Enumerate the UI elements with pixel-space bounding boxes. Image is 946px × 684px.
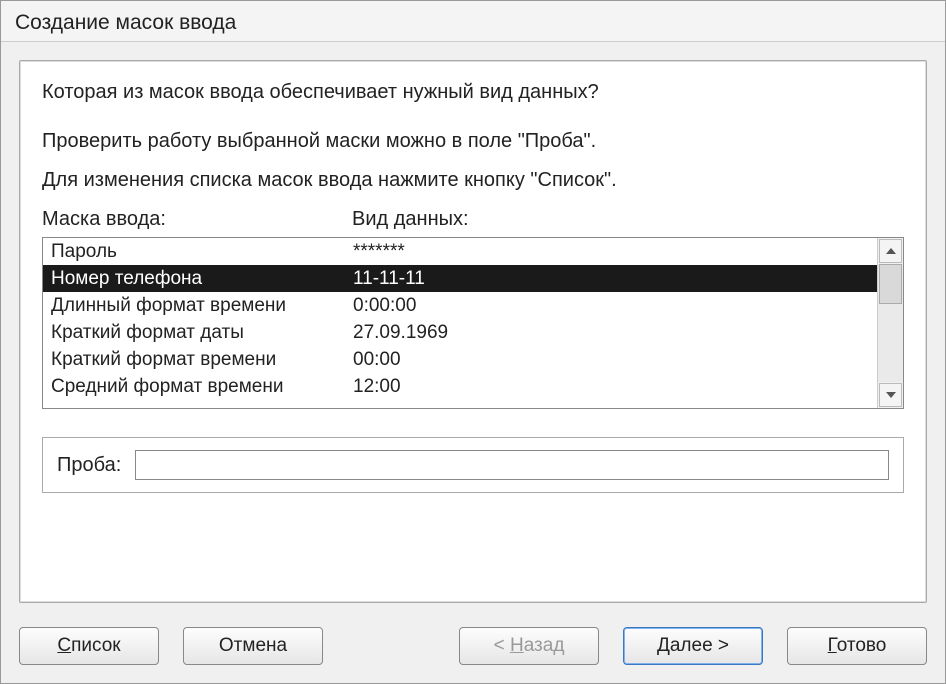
scrollbar [877,238,903,408]
list-item[interactable]: Краткий формат времени00:00 [43,346,877,373]
scroll-track[interactable] [878,264,903,382]
cancel-button[interactable]: Отмена [183,627,323,665]
mask-list-body[interactable]: Пароль*******Номер телефона11-11-11Длинн… [43,238,877,408]
main-panel: Которая из масок ввода обеспечивает нужн… [19,60,927,603]
mask-sample: 27.09.1969 [353,319,869,346]
mask-sample: ******* [353,238,869,265]
dialog-window: Создание масок ввода Которая из масок вв… [0,0,946,684]
scroll-up-button[interactable] [879,239,902,263]
button-row: Список Отмена < Назад Далее > Готово [1,613,945,683]
scroll-down-button[interactable] [879,383,902,407]
try-panel: Проба: [42,437,904,493]
mask-list: Пароль*******Номер телефона11-11-11Длинн… [42,237,904,409]
try-input[interactable] [135,450,889,480]
list-item[interactable]: Номер телефона11-11-11 [43,265,877,292]
list-item[interactable]: Длинный формат времени0:00:00 [43,292,877,319]
column-header-view: Вид данных: [352,208,904,231]
column-headers: Маска ввода: Вид данных: [42,208,904,231]
mask-name: Краткий формат времени [51,346,353,373]
mask-sample: 11-11-11 [353,265,869,292]
instruction-list: Для изменения списка масок ввода нажмите… [42,169,904,192]
list-item[interactable]: Средний формат времени12:00 [43,373,877,400]
mask-name: Длинный формат времени [51,292,353,319]
dialog-content: Которая из масок ввода обеспечивает нужн… [1,42,945,613]
mask-name: Номер телефона [51,265,353,292]
mask-name: Краткий формат даты [51,319,353,346]
list-item[interactable]: Пароль******* [43,238,877,265]
dialog-title: Создание масок ввода [1,1,945,42]
instruction-try: Проверить работу выбранной маски можно в… [42,130,904,153]
mask-sample: 00:00 [353,346,869,373]
column-header-mask: Маска ввода: [42,208,352,231]
scroll-thumb[interactable] [879,264,902,304]
finish-button[interactable]: Готово [787,627,927,665]
chevron-down-icon [886,392,896,398]
mask-name: Пароль [51,238,353,265]
list-button[interactable]: Список [19,627,159,665]
mask-name: Средний формат времени [51,373,353,400]
chevron-up-icon [886,248,896,254]
mask-sample: 0:00:00 [353,292,869,319]
back-button: < Назад [459,627,599,665]
try-label: Проба: [57,454,121,477]
list-item[interactable]: Краткий формат даты27.09.1969 [43,319,877,346]
next-button[interactable]: Далее > [623,627,763,665]
mask-sample: 12:00 [353,373,869,400]
prompt-text: Которая из масок ввода обеспечивает нужн… [42,81,904,104]
